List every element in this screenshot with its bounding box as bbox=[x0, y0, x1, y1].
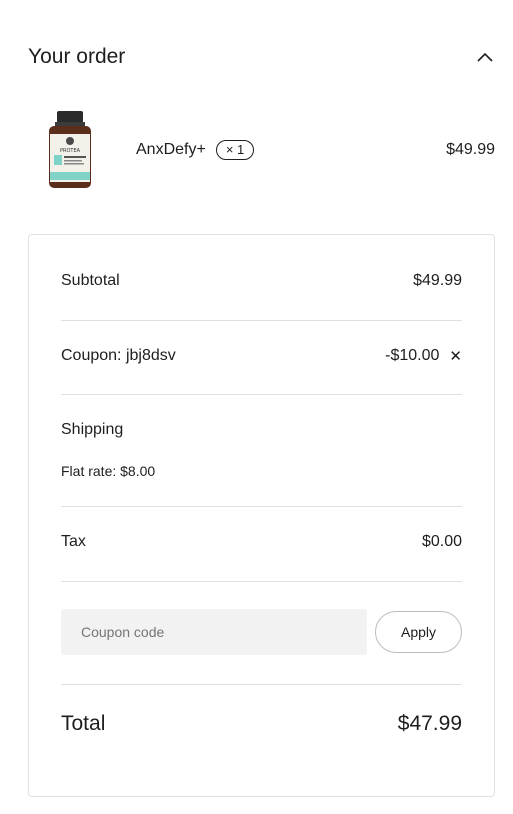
tax-value: $0.00 bbox=[421, 533, 462, 550]
supplement-bottle-icon: PROTEA bbox=[49, 111, 91, 188]
coupon-code-input[interactable] bbox=[61, 609, 367, 655]
coupon-label: Coupon: jbj8dsv bbox=[61, 347, 176, 364]
subtotal-value: $49.99 bbox=[413, 272, 462, 289]
total-value: $47.99 bbox=[397, 712, 462, 735]
item-price: $49.99 bbox=[446, 141, 495, 158]
tax-row: Tax $0.00 bbox=[61, 533, 462, 551]
product-thumbnail: PROTEA bbox=[28, 108, 112, 192]
subtotal-label: Subtotal bbox=[61, 272, 120, 289]
total-row: Total $47.99 bbox=[61, 712, 462, 736]
coupon-discount-group: -$10.00 ✕ bbox=[385, 347, 462, 365]
apply-coupon-button[interactable]: Apply bbox=[375, 611, 462, 653]
order-summary-header: Your order bbox=[28, 40, 495, 74]
close-icon[interactable]: ✕ bbox=[449, 347, 462, 365]
item-name-group: AnxDefy+ × 1 bbox=[136, 140, 255, 160]
coupon-value: -$10.00 bbox=[385, 347, 440, 364]
divider bbox=[61, 506, 462, 507]
item-name: AnxDefy+ bbox=[136, 141, 206, 158]
order-summary-title: Your order bbox=[28, 45, 126, 68]
divider bbox=[61, 394, 462, 395]
tax-label: Tax bbox=[61, 533, 86, 550]
divider bbox=[61, 320, 462, 321]
divider bbox=[61, 684, 462, 685]
quantity-badge: × 1 bbox=[215, 140, 255, 160]
order-totals-panel: Subtotal $49.99 Coupon: jbj8dsv -$10.00 … bbox=[28, 234, 495, 797]
shipping-label: Shipping bbox=[61, 421, 124, 438]
total-label: Total bbox=[61, 712, 106, 735]
subtotal-row: Subtotal $49.99 bbox=[61, 272, 462, 290]
coupon-row: Coupon: jbj8dsv -$10.00 ✕ bbox=[61, 347, 462, 365]
shipping-method: Flat rate: $8.00 bbox=[61, 463, 156, 479]
bottle-brand-text: PROTEA bbox=[60, 148, 81, 154]
divider bbox=[61, 581, 462, 582]
chevron-up-icon[interactable] bbox=[475, 47, 495, 67]
order-item: PROTEA AnxDefy+ × 1 $49.99 bbox=[28, 108, 495, 192]
shipping-row: Shipping bbox=[61, 421, 462, 439]
